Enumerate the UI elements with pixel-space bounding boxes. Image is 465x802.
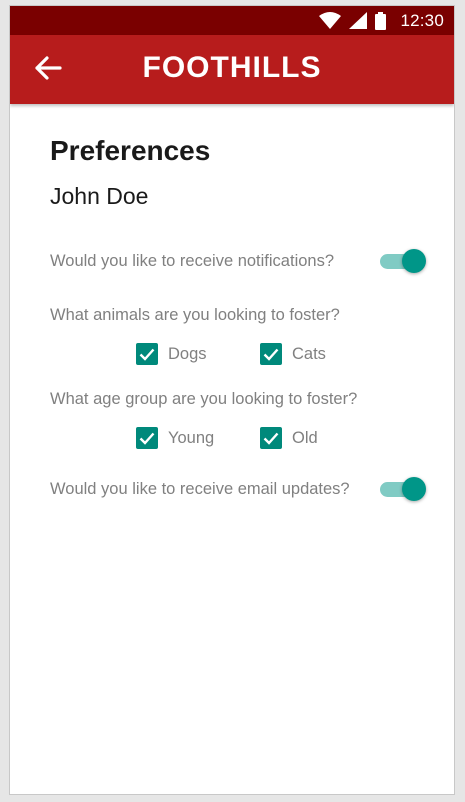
checkbox-item-dogs[interactable]: Dogs <box>136 343 260 365</box>
old-checkbox[interactable] <box>260 427 282 449</box>
page-title: Preferences <box>50 135 211 166</box>
app-bar: FOOTHILLS <box>10 35 454 104</box>
check-icon <box>263 432 279 445</box>
old-label: Old <box>292 428 318 447</box>
checkbox-item-cats[interactable]: Cats <box>260 343 384 365</box>
toggle-thumb <box>402 249 426 273</box>
animals-question: What animals are you looking to foster? <box>50 305 340 324</box>
phone-screen: 12:30 FOOTHILLS Preferences John Doe Wou… <box>10 6 454 794</box>
email-updates-toggle[interactable] <box>378 476 426 502</box>
signal-icon <box>349 12 368 29</box>
app-title: FOOTHILLS <box>142 51 322 84</box>
toggle-thumb <box>402 477 426 501</box>
dogs-checkbox[interactable] <box>136 343 158 365</box>
young-checkbox[interactable] <box>136 427 158 449</box>
checkbox-item-old[interactable]: Old <box>260 427 384 449</box>
check-icon <box>139 432 155 445</box>
email-updates-question: Would you like to receive email updates? <box>50 479 350 498</box>
age-group-question: What age group are you looking to foster… <box>50 389 358 408</box>
young-label: Young <box>168 428 215 447</box>
check-icon <box>139 348 155 361</box>
check-icon <box>263 348 279 361</box>
cats-label: Cats <box>292 344 326 363</box>
preferences-content: Preferences John Doe Would you like to r… <box>10 104 454 502</box>
dogs-label: Dogs <box>168 344 207 363</box>
age-group-row: What age group are you looking to foster… <box>50 386 426 412</box>
checkbox-item-young[interactable]: Young <box>136 427 260 449</box>
email-updates-row: Would you like to receive email updates? <box>50 476 426 502</box>
notifications-toggle[interactable] <box>378 248 426 274</box>
status-time: 12:30 <box>400 10 444 30</box>
notifications-row: Would you like to receive notifications? <box>50 248 426 274</box>
notifications-question: Would you like to receive notifications? <box>50 251 335 270</box>
battery-icon <box>375 11 387 30</box>
animals-options: Dogs Cats <box>50 342 426 366</box>
wifi-icon <box>319 12 342 29</box>
status-bar: 12:30 <box>10 6 454 35</box>
cats-checkbox[interactable] <box>260 343 282 365</box>
animals-row: What animals are you looking to foster? <box>50 302 426 328</box>
age-group-options: Young Old <box>50 426 426 450</box>
user-name: John Doe <box>50 183 149 209</box>
